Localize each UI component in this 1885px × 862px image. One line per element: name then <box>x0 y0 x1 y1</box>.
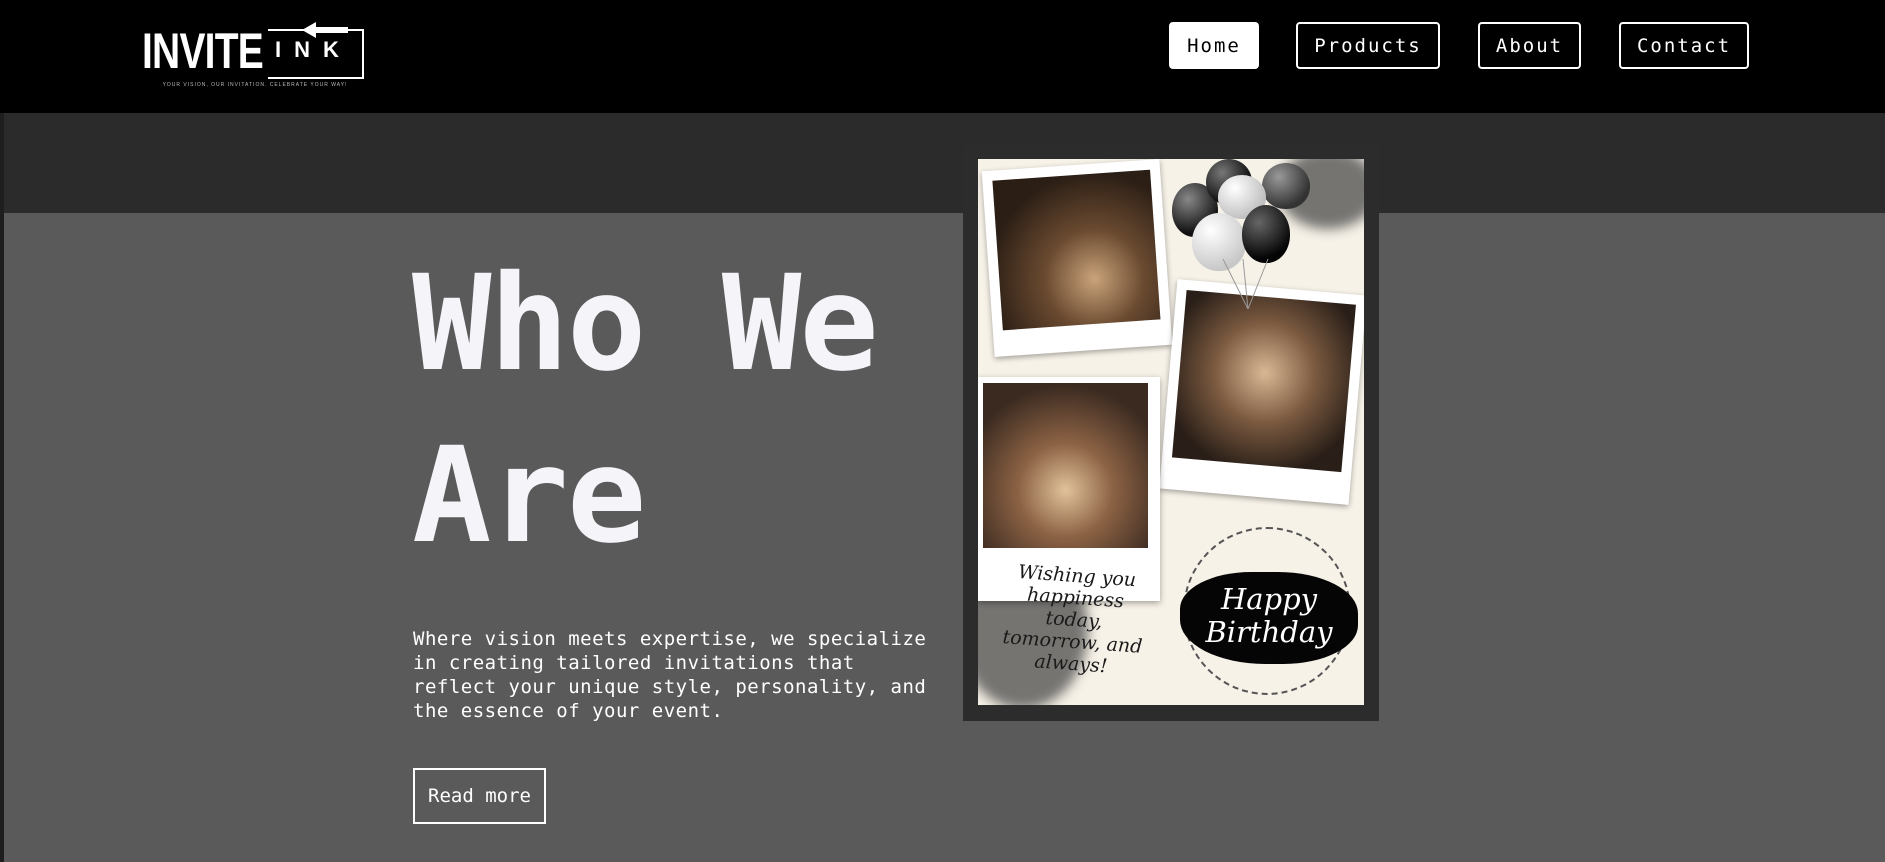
header-band <box>4 113 1885 213</box>
party-photo <box>983 383 1148 548</box>
greeting-text: Happy Birthday <box>1205 582 1333 649</box>
hero-title: Who We Are <box>412 247 879 573</box>
logo-wordmark: INVITE <box>142 23 264 79</box>
balloon-icon <box>1262 163 1310 209</box>
invitation-card-image: Wishing you happiness today, tomorrow, a… <box>978 159 1364 705</box>
nav-home[interactable]: Home <box>1169 22 1259 69</box>
wish-text: Wishing you happiness today, tomorrow, a… <box>1001 561 1144 678</box>
balloon-strings <box>1222 259 1269 309</box>
photo-polaroid-1 <box>981 159 1173 357</box>
party-photo <box>992 169 1161 331</box>
navbar: INVITE INK YOUR VISION, OUR INVITATION. … <box>0 0 1885 113</box>
logo-arrow-icon <box>302 22 348 38</box>
party-photo <box>1171 289 1356 473</box>
nav-contact[interactable]: Contact <box>1619 22 1749 69</box>
balloon-icon <box>1242 205 1290 263</box>
brand-logo[interactable]: INVITE INK YOUR VISION, OUR INVITATION. … <box>142 22 368 92</box>
photo-polaroid-2 <box>1159 279 1364 505</box>
nav-about[interactable]: About <box>1478 22 1581 69</box>
nav-products[interactable]: Products <box>1296 22 1440 69</box>
logo-tagline: YOUR VISION, OUR INVITATION. CELEBRATE Y… <box>162 82 348 88</box>
hero-description: Where vision meets expertise, we special… <box>413 628 927 722</box>
read-more-button[interactable]: Read more <box>413 768 546 824</box>
logo-subword: INK <box>275 37 352 62</box>
